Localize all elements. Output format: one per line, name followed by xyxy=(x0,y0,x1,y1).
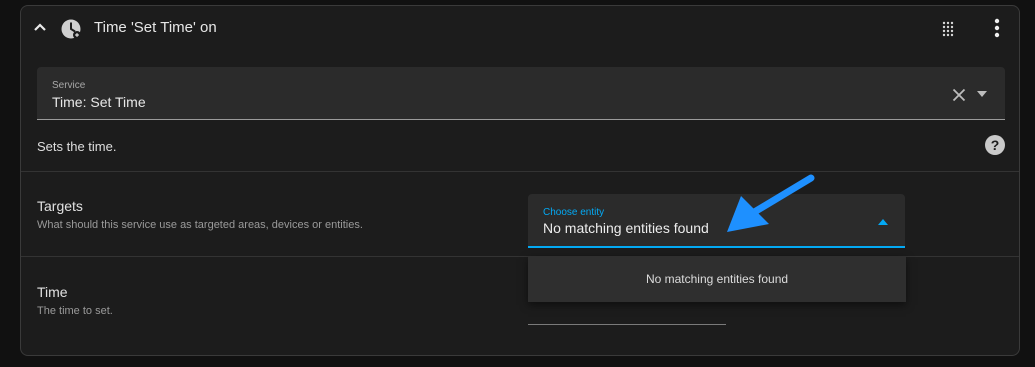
entity-suggestion-menu: No matching entities found xyxy=(528,256,906,302)
time-description: The time to set. xyxy=(37,305,113,317)
dropdown-arrow-icon[interactable] xyxy=(877,218,889,226)
clear-icon[interactable] xyxy=(952,88,966,102)
entity-picker-input[interactable]: No matching entities found xyxy=(543,220,709,236)
time-input[interactable] xyxy=(528,324,726,325)
card-title: Time 'Set Time' on xyxy=(94,19,217,36)
service-action-card: Time 'Set Time' on Service Time: Set Tim… xyxy=(20,5,1020,356)
entity-picker-label: Choose entity xyxy=(543,207,605,218)
dropdown-arrow-icon[interactable] xyxy=(976,89,988,99)
card-header[interactable]: Time 'Set Time' on xyxy=(21,6,1019,50)
service-field-value[interactable]: Time: Set Time xyxy=(52,94,146,110)
time-title: Time xyxy=(37,284,68,300)
chevron-up-icon[interactable] xyxy=(32,19,48,35)
overflow-menu-icon[interactable] xyxy=(987,17,1007,39)
drag-handle-icon[interactable] xyxy=(941,20,959,38)
service-select[interactable]: Service Time: Set Time xyxy=(37,67,1005,120)
targets-title: Targets xyxy=(37,198,83,214)
callout-arrow xyxy=(727,174,815,232)
help-icon[interactable]: ? xyxy=(985,135,1005,155)
targets-description: What should this service use as targeted… xyxy=(37,219,363,231)
divider xyxy=(21,171,1019,172)
entity-menu-item[interactable]: No matching entities found xyxy=(528,256,906,302)
clock-icon xyxy=(61,19,81,39)
service-field-label: Service xyxy=(52,80,86,91)
svg-text:?: ? xyxy=(991,137,1000,153)
service-description: Sets the time. xyxy=(37,139,117,154)
